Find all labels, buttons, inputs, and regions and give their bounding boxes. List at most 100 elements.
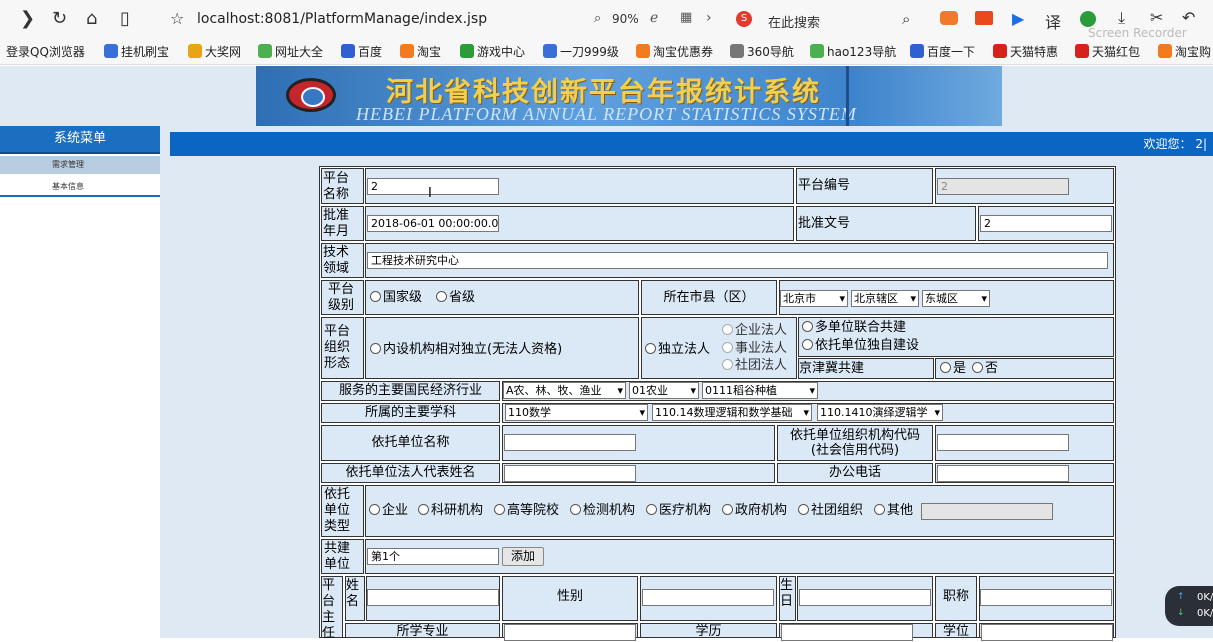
ie-icon[interactable]: ℯ — [650, 10, 658, 26]
video-icon[interactable] — [975, 11, 993, 25]
radio-button[interactable] — [802, 339, 813, 350]
education-input[interactable] — [781, 624, 913, 641]
platform-name-input[interactable]: 2 — [367, 178, 499, 195]
org-internal-radio[interactable]: 内设机构相对独立(无法人资格) — [370, 342, 562, 357]
tech-field-input[interactable]: 工程技术研究中心 — [367, 252, 1108, 269]
check-icon[interactable] — [1080, 11, 1096, 27]
radio-button[interactable] — [494, 504, 505, 515]
platform-no-input[interactable]: 2 — [937, 178, 1069, 195]
radio-button[interactable] — [418, 504, 429, 515]
radio-button[interactable] — [940, 362, 951, 373]
bookmark-item[interactable]: 一刀999级 — [543, 44, 619, 60]
name-input[interactable] — [367, 589, 499, 606]
radio-button[interactable] — [646, 504, 657, 515]
home-icon[interactable]: ⌂ — [86, 8, 97, 30]
host-type-radio[interactable]: 政府机构 — [722, 503, 787, 518]
bookmark-item[interactable]: 淘宝购 — [1158, 44, 1211, 60]
radio-button[interactable] — [370, 343, 381, 354]
radio-button[interactable] — [436, 291, 447, 302]
jjj-yes-radio[interactable]: 是 — [940, 361, 966, 376]
host-code-input[interactable] — [937, 434, 1069, 451]
birth-input[interactable] — [799, 589, 931, 606]
radio-button[interactable] — [369, 504, 380, 515]
discipline-select-3[interactable]: 110.1410演绎逻辑学 — [817, 404, 943, 421]
scissors-icon[interactable]: ✂ — [1150, 8, 1163, 27]
radio-button[interactable] — [370, 291, 381, 302]
build-joint-radio[interactable]: 多单位联合共建 — [802, 320, 906, 335]
major-input[interactable] — [504, 624, 636, 641]
undo-icon[interactable]: ↶ — [1182, 8, 1195, 27]
qr-icon[interactable]: ▦ — [680, 10, 692, 25]
bookmark-item[interactable]: 游戏中心 — [460, 44, 525, 60]
legal-enterprise-radio[interactable]: 企业法人 — [722, 323, 787, 338]
radio-button[interactable] — [570, 504, 581, 515]
approve-doc-input[interactable]: 2 — [980, 215, 1112, 232]
bookmark-item[interactable]: 挂机刷宝 — [104, 44, 169, 60]
host-type-radio[interactable]: 社团组织 — [798, 503, 863, 518]
legal-society-radio[interactable]: 社团法人 — [722, 358, 787, 373]
jjj-no-radio[interactable]: 否 — [972, 361, 998, 376]
radio-button[interactable] — [874, 504, 885, 515]
host-type-radio[interactable]: 科研机构 — [418, 503, 483, 518]
radio-button[interactable] — [722, 504, 733, 515]
approve-date-input[interactable]: 2018-06-01 00:00:00.0 — [367, 215, 499, 232]
search-box[interactable]: 在此搜索 — [768, 12, 820, 31]
search-icon[interactable]: ⌕ — [902, 10, 910, 28]
gender-input[interactable] — [642, 589, 774, 606]
radio-button[interactable] — [645, 343, 656, 354]
level-provincial-radio[interactable]: 省级 — [436, 290, 475, 305]
level-national-radio[interactable]: 国家级 — [370, 290, 422, 305]
industry-select-3[interactable]: 0111稻谷种植 — [702, 382, 818, 399]
add-button[interactable]: 添加 — [502, 547, 544, 566]
host-type-radio[interactable]: 其他 — [874, 503, 913, 518]
bookmark-item[interactable]: 淘宝优惠券 — [636, 44, 713, 60]
bookmark-item[interactable]: 百度 — [341, 44, 382, 60]
bookmark-item[interactable]: 大奖网 — [188, 44, 241, 60]
org-independent-radio[interactable]: 独立法人 — [645, 342, 710, 357]
title-input[interactable] — [980, 589, 1112, 606]
district-select[interactable]: 北京辖区 — [851, 290, 919, 307]
star-icon[interactable]: ☆ — [170, 8, 184, 30]
host-type-radio[interactable]: 高等院校 — [494, 503, 559, 518]
host-type-radio[interactable]: 企业 — [369, 503, 408, 518]
radio-button[interactable] — [798, 504, 809, 515]
play-icon[interactable]: ▶ — [1012, 9, 1024, 28]
city-select[interactable]: 北京市 — [780, 290, 848, 307]
radio-button[interactable] — [722, 324, 733, 335]
host-type-radio[interactable]: 医疗机构 — [646, 503, 711, 518]
sogou-icon[interactable]: S — [736, 11, 752, 27]
radio-button[interactable] — [722, 359, 733, 370]
sidebar-item-demand[interactable]: 需求管理 — [0, 156, 160, 174]
radio-button[interactable] — [722, 342, 733, 353]
radio-button[interactable] — [802, 321, 813, 332]
bookmark-item[interactable]: 360导航 — [730, 44, 794, 60]
gamepad-icon[interactable] — [940, 11, 958, 25]
county-select[interactable]: 东城区 — [922, 290, 990, 307]
forward-icon[interactable]: ❯ — [20, 8, 35, 30]
discipline-select-1[interactable]: 110数学 — [505, 404, 648, 421]
address-bar[interactable]: localhost:8081/PlatformManage/index.jsp — [197, 11, 487, 27]
bookmark-item[interactable]: 天猫红包 — [1075, 44, 1140, 60]
bookmark-item[interactable]: 登录QQ浏览器 — [6, 44, 85, 60]
office-phone-input[interactable] — [937, 465, 1069, 482]
zoom-level[interactable]: 90% — [612, 12, 639, 26]
host-type-other-input[interactable] — [921, 503, 1053, 520]
build-single-radio[interactable]: 依托单位独自建设 — [802, 338, 919, 353]
legal-institution-radio[interactable]: 事业法人 — [722, 341, 787, 356]
chevron-right-icon[interactable]: › — [706, 10, 712, 26]
legal-rep-input[interactable] — [504, 465, 636, 482]
bookmark-item[interactable]: 淘宝 — [400, 44, 441, 60]
translate-icon[interactable]: 译 — [1045, 9, 1061, 33]
bookmark-item[interactable]: 天猫特惠 — [993, 44, 1058, 60]
degree-input[interactable] — [981, 624, 1113, 641]
discipline-select-2[interactable]: 110.14数理逻辑和数学基础 — [652, 404, 812, 421]
cobuild-input[interactable]: 第1个 — [367, 548, 499, 565]
bookmark-item[interactable]: 百度一下 — [910, 44, 975, 60]
refresh-icon[interactable]: ↻ — [52, 8, 67, 30]
zoom-icon[interactable]: ⌕ — [594, 11, 601, 26]
reader-icon[interactable]: ▯ — [120, 8, 130, 30]
industry-select-1[interactable]: A农、林、牧、渔业 — [503, 382, 626, 399]
download-icon[interactable]: ⤓ — [1118, 8, 1125, 28]
host-name-input[interactable] — [504, 434, 636, 451]
industry-select-2[interactable]: 01农业 — [629, 382, 699, 399]
